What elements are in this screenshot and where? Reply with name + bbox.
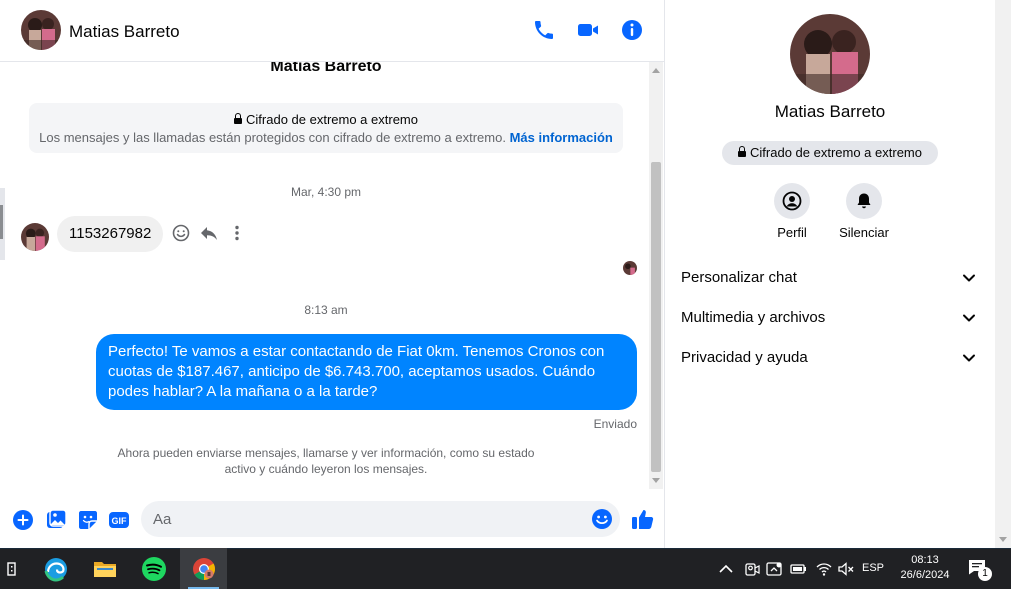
info-contact-name: Matias Barreto <box>774 102 886 121</box>
view-profile-button[interactable]: Perfil <box>752 183 832 240</box>
section-label: Multimedia y archivos <box>681 309 826 326</box>
lock-icon <box>738 146 747 158</box>
react-emoji-icon[interactable] <box>171 223 191 243</box>
conversation-info-panel: Matias Barreto Cifrado de extremo a extr… <box>665 0 995 548</box>
video-call-icon[interactable] <box>576 18 600 42</box>
edge-browser-icon <box>44 557 67 582</box>
privacy-and-support-section[interactable]: Privacidad y ayuda <box>665 338 995 378</box>
connection-info-note: Ahora pueden enviarse mensajes, llamarse… <box>117 446 535 476</box>
customize-chat-section[interactable]: Personalizar chat <box>665 258 995 298</box>
conversation-info-icon[interactable] <box>620 18 644 42</box>
gif-icon[interactable]: GIF <box>108 509 130 531</box>
encryption-description-row: Los mensajes y las llamadas están proteg… <box>29 130 623 145</box>
section-label: Personalizar chat <box>681 269 797 286</box>
more-actions-plus-icon[interactable] <box>12 509 34 531</box>
scroll-up-arrow[interactable] <box>652 68 660 73</box>
mute-button[interactable]: Silenciar <box>824 183 904 240</box>
emoji-picker-icon[interactable] <box>591 508 613 530</box>
encryption-title: Cifrado de extremo a extremo <box>246 112 418 127</box>
scroll-down-arrow[interactable] <box>652 478 660 483</box>
screen-capture-icon[interactable] <box>765 560 783 578</box>
reply-icon[interactable] <box>199 223 219 243</box>
notification-count-badge: 1 <box>978 567 992 581</box>
message-scrollbar[interactable] <box>649 62 663 489</box>
chat-header: Matias Barreto <box>0 0 664 62</box>
chevron-down-icon <box>963 354 975 362</box>
sticker-icon[interactable] <box>77 509 99 531</box>
meet-now-icon[interactable] <box>743 560 761 578</box>
input-language-indicator[interactable]: ESP <box>862 562 884 574</box>
taskbar-chrome-active[interactable] <box>180 548 227 589</box>
clock-date: 26/6/2024 <box>900 569 950 581</box>
left-edge-handle <box>0 205 3 239</box>
message-status: Enviado <box>593 417 637 431</box>
taskbar-file-explorer[interactable] <box>83 548 127 589</box>
avatar-photo-icon <box>21 223 49 251</box>
task-view-button[interactable] <box>0 548 30 589</box>
spotify-icon <box>142 556 166 581</box>
encryption-badge[interactable]: Cifrado de extremo a extremo <box>722 141 938 165</box>
more-info-link[interactable]: Más información <box>510 130 613 145</box>
avatar-photo-icon <box>790 14 870 94</box>
encryption-badge-label: Cifrado de extremo a extremo <box>750 145 922 160</box>
section-label: Privacidad y ayuda <box>681 349 808 366</box>
media-and-files-section[interactable]: Multimedia y archivos <box>665 298 995 338</box>
profile-label: Perfil <box>777 225 807 240</box>
contact-avatar[interactable] <box>21 10 61 50</box>
profile-button-circle <box>774 183 810 219</box>
thread-contact-name: Matias Barreto <box>270 62 382 75</box>
phone-call-icon[interactable] <box>532 18 556 42</box>
taskbar-edge[interactable] <box>34 548 78 589</box>
encryption-title-row: Cifrado de extremo a extremo <box>29 112 623 127</box>
message-list[interactable]: Matias Barreto Cifrado de extremo a extr… <box>6 62 648 489</box>
bell-icon <box>857 193 871 209</box>
lock-icon <box>234 113 243 125</box>
avatar-photo-icon <box>623 261 637 275</box>
task-view-icon <box>7 561 16 576</box>
system-clock[interactable]: 08:13 26/6/2024 <box>892 553 958 583</box>
scroll-down-arrow[interactable] <box>999 537 1007 542</box>
chrome-browser-icon <box>192 557 215 580</box>
message-timestamp: 8:13 am <box>304 303 348 317</box>
contact-name[interactable]: Matias Barreto <box>69 22 180 42</box>
windows-taskbar: ESP 08:13 26/6/2024 1 <box>0 548 1011 589</box>
more-options-icon[interactable] <box>227 223 247 243</box>
chevron-down-icon <box>963 274 975 282</box>
avatar-photo-icon <box>21 10 61 50</box>
page-scrollbar[interactable] <box>995 0 1011 548</box>
mute-button-circle <box>846 183 882 219</box>
svg-text:GIF: GIF <box>112 516 128 526</box>
clock-time: 08:13 <box>911 554 939 566</box>
taskbar-spotify[interactable] <box>132 548 176 589</box>
chevron-down-icon <box>963 314 975 322</box>
sender-avatar[interactable] <box>21 223 49 251</box>
battery-charging-icon[interactable] <box>789 560 807 578</box>
show-hidden-icons-chevron-icon[interactable] <box>717 560 735 578</box>
outgoing-message-bubble[interactable]: Perfecto! Te vamos a estar contactando d… <box>96 334 637 410</box>
profile-user-icon <box>782 191 802 211</box>
mute-label: Silenciar <box>839 225 889 240</box>
encryption-notice: Cifrado de extremo a extremo Los mensaje… <box>29 103 623 153</box>
message-input[interactable] <box>141 501 620 537</box>
attach-photo-icon[interactable] <box>45 509 67 531</box>
wifi-icon[interactable] <box>815 560 833 578</box>
volume-muted-icon[interactable] <box>837 560 855 578</box>
incoming-message-bubble[interactable]: 1153267982 <box>57 216 164 252</box>
scroll-thumb[interactable] <box>651 162 661 472</box>
like-thumbs-up-icon[interactable] <box>631 507 655 531</box>
contact-profile-photo[interactable] <box>790 14 870 94</box>
message-timestamp: Mar, 4:30 pm <box>290 185 362 199</box>
message-composer: GIF <box>0 490 664 548</box>
chat-panel: Matias Barreto Matias Barreto Cifrado de… <box>0 0 665 548</box>
notification-center-button[interactable]: 1 <box>968 559 992 581</box>
encryption-description: Los mensajes y las llamadas están proteg… <box>39 130 506 145</box>
seen-indicator-avatar <box>623 261 637 275</box>
folder-icon <box>94 561 116 577</box>
app-window: Matias Barreto Matias Barreto Cifrado de… <box>0 0 1011 589</box>
